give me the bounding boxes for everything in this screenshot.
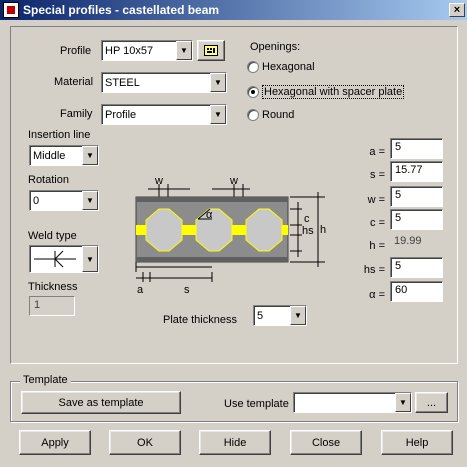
insertion-label: Insertion line (28, 129, 91, 141)
plate-thickness-combo[interactable]: 5 ▼ (253, 305, 307, 326)
material-label: Material (54, 76, 94, 88)
param-label-alpha: α = (369, 289, 385, 301)
thickness-field: 1 (29, 296, 75, 316)
alpha-label: α (206, 209, 213, 221)
chevron-down-icon[interactable]: ▼ (210, 105, 226, 124)
window-close-button[interactable]: × (449, 3, 465, 17)
radio-hexagonal[interactable]: Hexagonal (247, 61, 315, 73)
use-template-label: Use template (224, 398, 289, 410)
profile-label: Profile (60, 45, 92, 57)
insertion-combo[interactable]: Middle ▼ (29, 145, 99, 166)
ok-button[interactable]: OK (109, 430, 181, 455)
radio-label: Hexagonal (262, 61, 315, 73)
save-template-button[interactable]: Save as template (21, 391, 181, 414)
radio-button[interactable] (247, 109, 259, 121)
weld-combo[interactable]: ▼ (29, 245, 99, 273)
dim-label-h: h (320, 224, 326, 236)
chevron-down-icon[interactable]: ▼ (210, 73, 226, 92)
browse-template-button[interactable]: ... (415, 392, 448, 413)
apply-button[interactable]: Apply (19, 430, 91, 455)
weld-symbol-icon (34, 250, 76, 268)
radio-label: Hexagonal with spacer plate (262, 85, 405, 99)
radio-hexagonal-spacer[interactable]: Hexagonal with spacer plate (247, 85, 405, 99)
param-readonly-h: 19.99 (394, 235, 422, 247)
insertion-value: Middle (33, 149, 66, 162)
hide-button[interactable]: Hide (199, 430, 271, 455)
chevron-down-icon[interactable]: ▼ (395, 393, 411, 412)
radio-button[interactable] (247, 86, 259, 98)
param-label-c: c = (370, 217, 385, 229)
radio-button[interactable] (247, 61, 259, 73)
family-value: Profile (105, 108, 137, 121)
rotation-label: Rotation (28, 174, 69, 186)
weld-value (32, 246, 82, 272)
window-title: Special profiles - castellated beam (23, 3, 220, 17)
app-icon (3, 2, 19, 18)
title-bar: Special profiles - castellated beam × (0, 0, 467, 20)
dim-label-c: c (304, 213, 310, 225)
close-button[interactable]: Close (290, 430, 362, 455)
rotation-combo[interactable]: 0 ▼ (29, 190, 99, 211)
chevron-down-icon[interactable]: ▼ (82, 191, 98, 210)
dim-label-a: a (137, 284, 144, 296)
param-input-c[interactable]: 5 (390, 209, 443, 230)
beam-top-flange (136, 197, 288, 202)
param-input-w[interactable]: 5 (390, 186, 443, 207)
param-label-s: s = (370, 169, 385, 181)
param-input-a[interactable]: 5 (390, 138, 443, 159)
material-value: STEEL (105, 76, 140, 89)
param-input-hs[interactable]: 5 (390, 257, 443, 278)
chevron-down-icon[interactable]: ▼ (82, 146, 98, 165)
profile-picker-icon (204, 45, 218, 56)
param-input-s[interactable]: 15.77 (390, 161, 443, 182)
use-template-combo[interactable]: ▼ (293, 392, 412, 413)
thickness-label: Thickness (28, 281, 78, 293)
chevron-down-icon[interactable]: ▼ (290, 306, 306, 325)
profile-value: HP 10x57 (105, 44, 154, 57)
dim-label-hs: hs (302, 225, 314, 237)
hex-openings (145, 208, 283, 252)
profile-combo[interactable]: HP 10x57 ▼ (101, 40, 193, 61)
param-input-alpha[interactable]: 60 (390, 281, 443, 302)
rotation-value: 0 (33, 194, 40, 207)
template-group-label: Template (20, 374, 71, 386)
openings-label: Openings: (250, 41, 301, 53)
dim-label-s: s (184, 284, 190, 296)
chevron-down-icon[interactable]: ▼ (176, 41, 192, 60)
weld-label: Weld type (28, 230, 77, 242)
param-label-w: w = (367, 194, 385, 206)
plate-thickness-label: Plate thickness (163, 314, 237, 326)
family-label: Family (60, 108, 93, 120)
chevron-down-icon[interactable]: ▼ (82, 246, 98, 272)
beam-diagram: w w α c hs h a s (135, 175, 326, 296)
param-label-h: h = (369, 240, 385, 252)
radio-label: Round (262, 109, 295, 121)
material-combo[interactable]: STEEL ▼ (101, 72, 227, 93)
param-label-a: a = (369, 146, 385, 158)
beam-bottom-flange (136, 257, 288, 262)
family-combo[interactable]: Profile ▼ (101, 104, 227, 125)
help-button[interactable]: Help (381, 430, 453, 455)
plate-thickness-value: 5 (257, 309, 264, 322)
radio-round[interactable]: Round (247, 109, 294, 121)
bottom-dimension-lines (135, 262, 213, 282)
param-label-hs: hs = (363, 264, 385, 276)
profile-picker-button[interactable] (197, 40, 225, 61)
